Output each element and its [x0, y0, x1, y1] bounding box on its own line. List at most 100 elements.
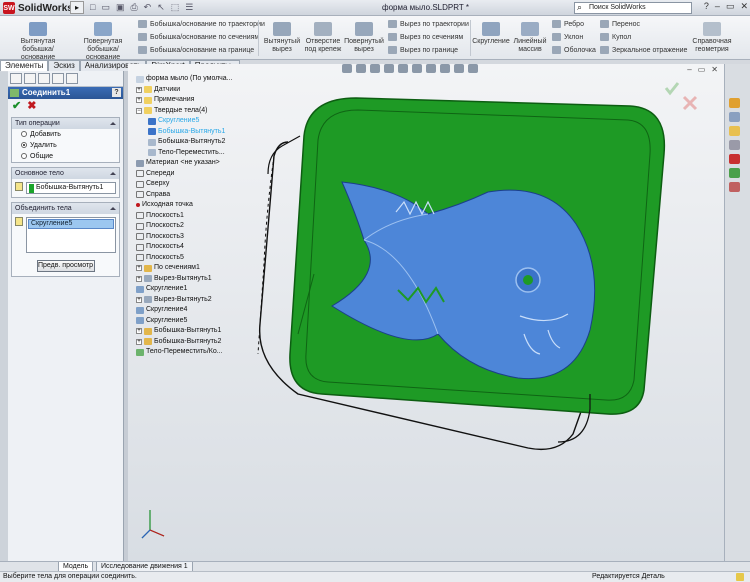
reference-geometry-button[interactable]: Справочная геометрия	[690, 22, 734, 54]
tree-item[interactable]: Плоскость5	[136, 253, 256, 264]
linear-pattern-button[interactable]: Линейный массив	[512, 22, 548, 54]
extruded-boss-button[interactable]: Вытянутая бобышка/основание	[6, 22, 70, 62]
expand-icon[interactable]: +	[136, 86, 142, 93]
expand-icon[interactable]: +	[136, 338, 142, 345]
revolved-boss-button[interactable]: Повернутая бобышка/основание	[72, 22, 134, 62]
tree-item[interactable]: + Бобышка-Вытянуть1	[136, 326, 256, 337]
lofted-boss-item[interactable]: Бобышка/основание по сечениям	[138, 33, 259, 41]
radio-subtract-dot	[21, 142, 27, 148]
tree-item[interactable]: Исходная точка	[136, 200, 256, 211]
boundary-cut-item[interactable]: Вырез по границе	[388, 46, 458, 54]
tree-item[interactable]: форма мыло (По умолча...	[136, 74, 256, 85]
search-input[interactable]: ⌕ Поиск SolidWorks	[574, 2, 692, 14]
operation-type-header[interactable]: Тип операции	[12, 118, 119, 129]
radio-subtract[interactable]: Удалить	[12, 140, 119, 151]
appearances-icon[interactable]	[729, 168, 740, 178]
main-body-field[interactable]: Бобышка-Вытянуть1	[26, 182, 116, 194]
tree-item[interactable]: Плоскость4	[136, 242, 256, 253]
combine-bodies-list[interactable]: Скругление5	[26, 217, 116, 253]
fillet-button[interactable]: Скругление	[472, 22, 510, 46]
save-icon[interactable]: ▣	[116, 2, 125, 13]
toolbox-icon[interactable]	[729, 154, 740, 164]
expand-icon[interactable]: +	[136, 97, 142, 104]
expand-icon[interactable]: +	[136, 265, 142, 272]
preview-button[interactable]: Предв. просмотр	[36, 260, 95, 272]
tree-item[interactable]: Материал <не указан>	[136, 158, 256, 169]
graphics-area[interactable]: – ▭ ✕ форма мыло (По умолча... +Датчики	[128, 64, 724, 561]
shell-item[interactable]: Оболочка	[552, 46, 596, 54]
select-icon[interactable]: ↖	[157, 2, 165, 13]
new-icon[interactable]: □	[90, 2, 95, 13]
tree-item[interactable]: Скругление1	[136, 284, 256, 295]
tree-item[interactable]: Скругление5	[136, 316, 256, 327]
tree-item[interactable]: + Вырез-Вытянуть1	[136, 274, 256, 285]
tree-item[interactable]: Спереди	[136, 169, 256, 180]
radio-common[interactable]: Общие	[12, 151, 119, 162]
boundary-boss-item[interactable]: Бобышка/основание на границе	[138, 46, 254, 54]
mirror-item[interactable]: Зеркальное отражение	[600, 46, 687, 54]
dome-item[interactable]: Купол	[600, 33, 631, 41]
tree-item[interactable]: Плоскость1	[136, 211, 256, 222]
tree-item[interactable]: + Вырез-Вытянуть2	[136, 295, 256, 306]
tree-item[interactable]: Тело-Переместить/Ко...	[136, 347, 256, 358]
swept-boss-item[interactable]: Бобышка/основание по траектории	[138, 20, 265, 28]
extruded-cut-button[interactable]: Вытянутый вырез	[262, 22, 302, 54]
resources-icon[interactable]	[729, 98, 740, 108]
tree-item[interactable]: Сверху	[136, 179, 256, 190]
tree-item[interactable]: Бобышка-Вытянуть1	[136, 127, 256, 138]
expand-icon[interactable]: +	[136, 328, 142, 335]
swept-cut-item[interactable]: Вырез по траектории	[388, 20, 469, 28]
move-item[interactable]: Перенос	[600, 20, 640, 28]
tree-item[interactable]: Скругление5	[136, 116, 256, 127]
app-logo[interactable]: SW SolidWorks	[3, 1, 73, 15]
collapse-icon[interactable]: −	[136, 107, 142, 114]
rebuild-icon[interactable]: ⬚	[171, 2, 180, 13]
hole-wizard-button[interactable]: Отверстие под крепеж	[304, 22, 342, 54]
revolved-cut-button[interactable]: Повернутый вырез	[344, 22, 384, 54]
expand-icon[interactable]: +	[136, 296, 142, 303]
property-manager-tab-icon[interactable]	[24, 73, 36, 84]
dimxpert-manager-tab-icon[interactable]	[52, 73, 64, 84]
tree-item[interactable]: Плоскость3	[136, 232, 256, 243]
feature-manager-tab-icon[interactable]	[10, 73, 22, 84]
tree-item[interactable]: + По сечениям1	[136, 263, 256, 274]
help-icon[interactable]: ?	[112, 88, 121, 97]
open-icon[interactable]: ▭	[101, 2, 110, 13]
search-results-icon[interactable]	[729, 140, 740, 150]
tree-item[interactable]: + Датчики	[136, 85, 256, 96]
restore-icon[interactable]: ▭	[726, 1, 735, 12]
tab-sketch[interactable]: Эскиз	[48, 60, 80, 71]
tree-item[interactable]: − Твердые тела(4)	[136, 106, 256, 117]
tab-features[interactable]: Элементы	[0, 60, 49, 71]
close-icon[interactable]: ✕	[740, 1, 748, 12]
menu-arrow-icon[interactable]: ▸	[70, 1, 84, 14]
rebuild-status-icon[interactable]	[736, 573, 744, 581]
main-body-header[interactable]: Основное тело	[12, 168, 119, 179]
design-library-icon[interactable]	[729, 112, 740, 122]
ok-check-icon[interactable]: ✔	[12, 99, 21, 113]
rib-item[interactable]: Ребро	[552, 20, 584, 28]
draft-item[interactable]: Уклон	[552, 33, 583, 41]
help-icon[interactable]: ?	[704, 1, 709, 12]
tree-item[interactable]: Тело-Переместить...	[136, 148, 256, 159]
tree-item[interactable]: + Примечания	[136, 95, 256, 106]
print-icon[interactable]: ⎙	[130, 2, 137, 13]
tree-item[interactable]: Справа	[136, 190, 256, 201]
combine-bodies-header[interactable]: Объединить тела	[12, 203, 119, 214]
tree-item[interactable]: Плоскость2	[136, 221, 256, 232]
options-icon[interactable]: ☰	[185, 2, 193, 13]
minimize-icon[interactable]: –	[715, 1, 720, 12]
display-manager-tab-icon[interactable]	[66, 73, 78, 84]
custom-properties-icon[interactable]	[729, 182, 740, 192]
configuration-manager-tab-icon[interactable]	[38, 73, 50, 84]
tree-item[interactable]: Скругление4	[136, 305, 256, 316]
lofted-cut-item[interactable]: Вырез по сечениям	[388, 33, 463, 41]
file-explorer-icon[interactable]	[729, 126, 740, 136]
radio-add[interactable]: Добавить	[12, 129, 119, 140]
tree-item[interactable]: + Бобышка-Вытянуть2	[136, 337, 256, 348]
cancel-x-icon[interactable]: ✖	[27, 99, 36, 113]
undo-icon[interactable]: ↶	[144, 2, 152, 13]
list-item[interactable]: Скругление5	[28, 219, 114, 229]
expand-icon[interactable]: +	[136, 275, 142, 282]
tree-item[interactable]: Бобышка-Вытянуть2	[136, 137, 256, 148]
